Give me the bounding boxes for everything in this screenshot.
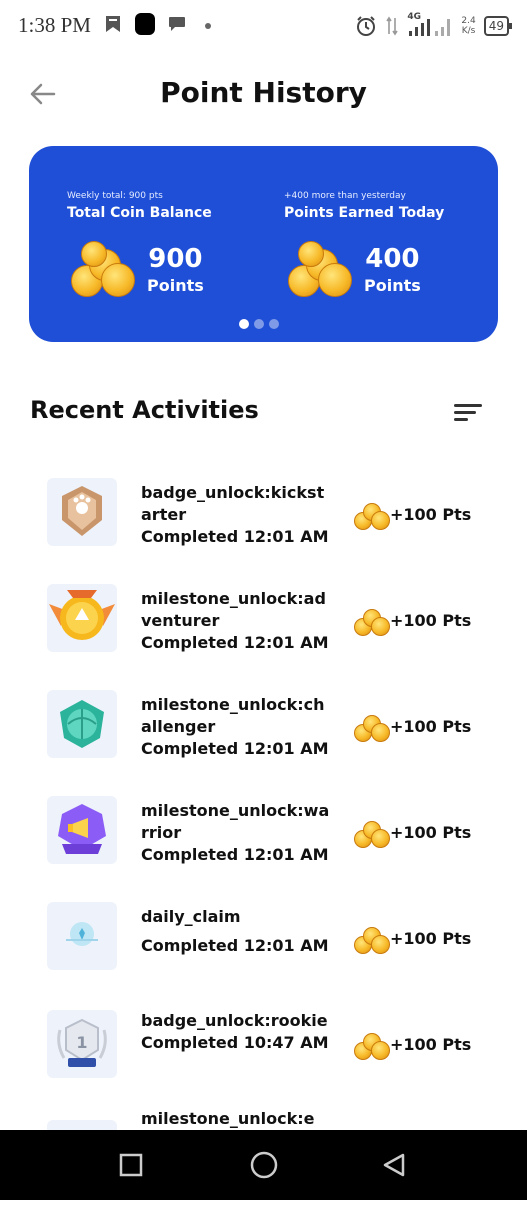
activity-status: Completed 10:47 AM [141, 1033, 329, 1052]
reward-points: +100 Pts [390, 822, 472, 842]
total-balance-title: Total Coin Balance [67, 205, 212, 221]
back-triangle-icon [383, 1153, 405, 1177]
reward-points: +100 Pts [390, 716, 472, 736]
earned-today-title: Points Earned Today [284, 205, 445, 221]
coin-icon [354, 1030, 390, 1060]
list-item[interactable]: badge_unlock:kickstarter Completed 12:01… [0, 470, 527, 575]
chat-icon [169, 17, 185, 31]
activity-name: milestone_unlock:e [141, 1109, 315, 1128]
recent-apps-icon [119, 1153, 143, 1177]
total-balance-panel: Weekly total: 900 pts Total Coin Balance… [67, 191, 267, 297]
earned-today-panel: +400 more than yesterday Points Earned T… [284, 191, 484, 297]
coin-icon [354, 924, 390, 954]
total-balance-unit: Points [147, 275, 204, 295]
status-bar: 1:38 PM 4G 2.4 K/s 49 [0, 0, 527, 52]
bookmark-icon [106, 16, 120, 32]
home-icon [250, 1151, 278, 1179]
reward: +100 Pts [354, 1030, 472, 1060]
coin-icon [354, 500, 390, 530]
recent-activities-title: Recent Activities [30, 396, 259, 424]
activity-name: badge_unlock:rookie [141, 1011, 328, 1030]
silver-badge-icon: 1 [47, 1010, 117, 1078]
earned-today-subtitle: +400 more than yesterday [284, 191, 406, 201]
total-balance-value: 900 [148, 243, 203, 274]
reward-points: +100 Pts [390, 1034, 472, 1054]
svg-text:1: 1 [76, 1033, 87, 1052]
coin-icon [354, 712, 390, 742]
data-transfer-icon [386, 16, 399, 36]
daily-claim-icon [47, 902, 117, 970]
coin-stack-icon [288, 241, 352, 297]
sort-button[interactable] [452, 400, 484, 424]
purple-megaphone-badge-icon [47, 796, 117, 864]
activity-status: Completed 12:01 AM [141, 845, 329, 864]
earned-today-unit: Points [364, 275, 421, 295]
battery-level: 49 [488, 19, 504, 33]
network-speed: 2.4 K/s [461, 16, 475, 36]
activity-name: milestone_unlock:adventurer [141, 589, 326, 630]
carousel-dot[interactable] [239, 319, 249, 329]
list-item[interactable]: daily_claim Completed 12:01 AM +100 Pts [0, 894, 527, 999]
carousel-dot[interactable] [254, 319, 264, 329]
alarm-icon [357, 16, 376, 36]
list-item[interactable]: milestone_unlock:warrior Completed 12:01… [0, 788, 527, 893]
activity-name: badge_unlock:kickstarter [141, 483, 325, 524]
navigation-bar [0, 1130, 527, 1200]
reward-points: +100 Pts [390, 504, 472, 524]
coin-icon [354, 818, 390, 848]
speed-unit: K/s [461, 26, 476, 36]
activity-name: milestone_unlock:challenger [141, 695, 325, 736]
activity-name: milestone_unlock:warrior [141, 801, 330, 842]
earned-today-value: 400 [365, 243, 420, 274]
activity-name: daily_claim [141, 907, 241, 926]
gold-medal-icon [47, 584, 117, 652]
notification-dot-icon [205, 23, 211, 29]
recent-apps-button[interactable] [118, 1152, 144, 1182]
activity-status: Completed 12:01 AM [141, 633, 329, 652]
reward: +100 Pts [354, 818, 472, 848]
status-time: 1:38 PM [18, 13, 91, 37]
reward: +100 Pts [354, 712, 472, 742]
battery-icon: 49 [483, 16, 513, 36]
reward: +100 Pts [354, 606, 472, 636]
weekly-total-subtitle: Weekly total: 900 pts [67, 191, 163, 201]
coin-icon [354, 606, 390, 636]
list-item[interactable]: milestone_unlock:challenger Completed 12… [0, 682, 527, 787]
reward: +100 Pts [354, 500, 472, 530]
reward-points: +100 Pts [390, 610, 472, 630]
activity-status: Completed 12:01 AM [141, 739, 329, 758]
teal-shield-icon [47, 690, 117, 758]
activity-status: Completed 12:01 AM [141, 527, 329, 546]
balance-card[interactable]: Weekly total: 900 pts Total Coin Balance… [29, 146, 498, 342]
reward: +100 Pts [354, 924, 472, 954]
activity-status: Completed 12:01 AM [141, 936, 329, 955]
list-item[interactable]: milestone_unlock:adventurer Completed 12… [0, 576, 527, 681]
back-nav-button[interactable] [381, 1152, 407, 1182]
carousel-dot[interactable] [269, 319, 279, 329]
reward-points: +100 Pts [390, 928, 472, 948]
home-button[interactable] [249, 1150, 279, 1184]
signal-strength-icon: 4G [407, 12, 453, 38]
list-item[interactable]: 1 badge_unlock:rookie Completed 10:47 AM… [0, 998, 527, 1118]
speed-value: 2.4 [461, 16, 476, 26]
bronze-badge-icon [47, 478, 117, 546]
app-icon [135, 13, 155, 35]
page-title: Point History [160, 76, 367, 109]
coin-stack-icon [71, 241, 135, 297]
carousel-dots[interactable] [239, 319, 279, 329]
